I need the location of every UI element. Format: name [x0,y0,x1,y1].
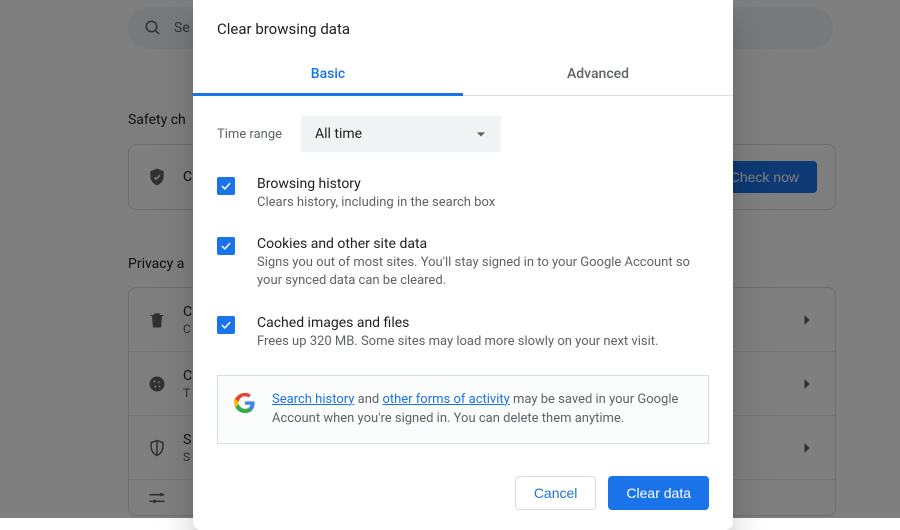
option-subtitle: Frees up 320 MB. Some sites may load mor… [257,333,709,351]
checkbox-browsing-history[interactable] [217,177,235,195]
time-range-label: Time range [217,127,301,142]
option-subtitle: Signs you out of most sites. You'll stay… [257,254,709,290]
dropdown-arrow-icon [471,124,491,144]
cancel-button[interactable]: Cancel [515,476,597,510]
dialog-title: Clear browsing data [193,0,733,54]
tab-basic[interactable]: Basic [193,54,463,96]
search-history-link[interactable]: Search history [272,392,354,407]
clear-browsing-data-dialog: Clear browsing data Basic Advanced Time … [193,0,733,530]
time-range-value: All time [315,126,362,142]
clear-data-button[interactable]: Clear data [608,476,709,510]
option-title: Browsing history [257,176,709,192]
tab-advanced[interactable]: Advanced [463,54,733,96]
option-title: Cached images and files [257,315,709,331]
option-title: Cookies and other site data [257,236,709,252]
google-account-info: Search history and other forms of activi… [217,375,709,444]
option-subtitle: Clears history, including in the search … [257,194,709,212]
time-range-select[interactable]: All time [301,116,501,152]
google-logo-icon [234,392,256,414]
google-account-info-text: Search history and other forms of activi… [272,390,692,429]
checkbox-cache[interactable] [217,316,235,334]
checkbox-cookies[interactable] [217,237,235,255]
other-activity-link[interactable]: other forms of activity [382,392,509,407]
